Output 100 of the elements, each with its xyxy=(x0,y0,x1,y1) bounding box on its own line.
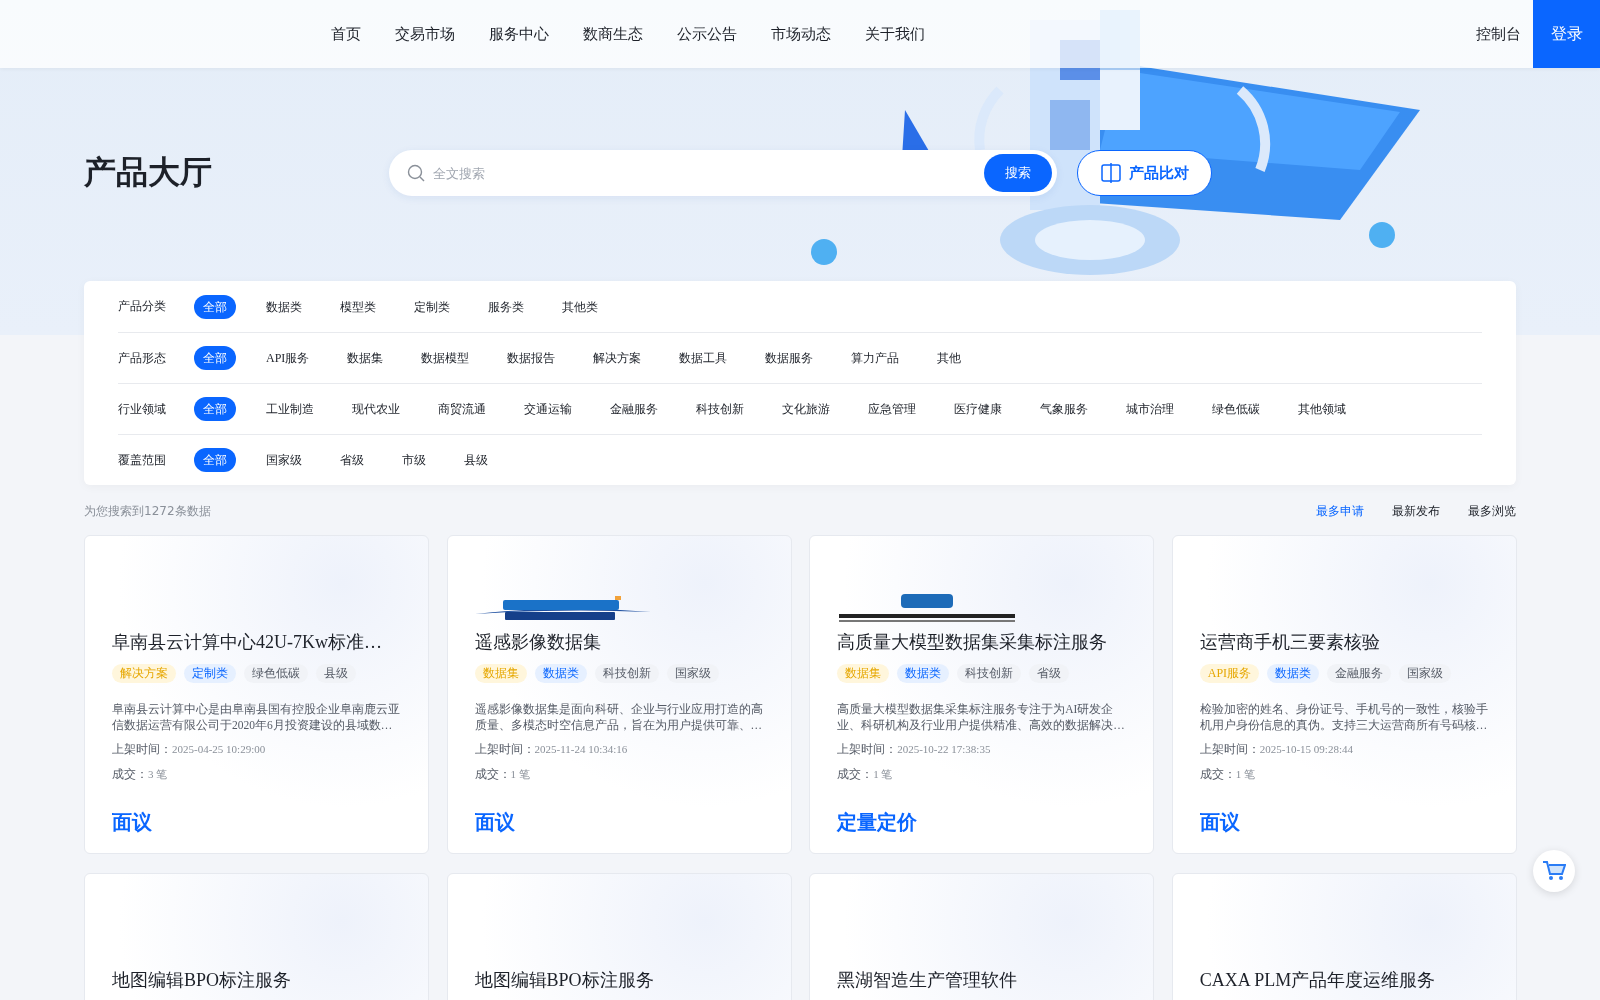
filter-option[interactable]: 算力产品 xyxy=(843,346,908,370)
login-button[interactable]: 登录 xyxy=(1533,0,1600,68)
filter-option[interactable]: 其他 xyxy=(929,346,970,370)
product-title[interactable]: 高质量大模型数据集采集标注服务 xyxy=(837,630,1128,654)
product-tag: 国家级 xyxy=(666,664,719,683)
filter-option[interactable]: 文化旅游 xyxy=(774,397,838,421)
deals-count: 1 笔 xyxy=(510,767,530,782)
filter-option[interactable]: 工业制造 xyxy=(258,397,322,421)
compare-icon xyxy=(1100,163,1121,183)
listed-time: 2025-11-24 10:34:16 xyxy=(534,743,628,755)
product-title[interactable]: CAXA PLM产品年度运维服务 xyxy=(1199,968,1490,992)
product-tag: 数据类 xyxy=(534,664,587,683)
product-description: 遥感影像数据集是面向科研、企业与行业应用打造的高质量、多模态时空信息产品，旨在为用户提供可靠、… xyxy=(474,702,764,733)
filter-option[interactable]: 数据报告 xyxy=(499,346,564,370)
product-title[interactable]: 运营商手机三要素核验 xyxy=(1199,630,1490,654)
deals-count: 3 笔 xyxy=(148,767,168,782)
product-tag: 国家级 xyxy=(1399,664,1452,683)
product-tag: 科技创新 xyxy=(594,664,659,683)
nav-link[interactable]: 服务中心 xyxy=(489,24,549,44)
product-card[interactable]: 阜南县云计算中心42U-7Kw标准… 解决方案 定制类 绿色低碳 县级 阜南县云计算中心是由阜南县国有控股企业阜南鹿云亚信数据运营有限公司于2020年6月投资建设的县域数… 上架时间：2025-04-25 10:29:00 成交：3 笔 面议 xyxy=(84,535,429,854)
product-price: 定量定价 xyxy=(837,809,919,836)
search-button[interactable]: 搜索 xyxy=(984,154,1052,192)
listed-label: 上架时间： xyxy=(474,741,535,758)
product-card[interactable]: 黑湖智造生产管理软件 xyxy=(809,873,1155,1000)
filter-option[interactable]: 其他领域 xyxy=(1290,397,1354,421)
product-card[interactable]: 遥感影像数据集 数据集 数据类 科技创新 国家级 遥感影像数据集是面向科研、企业与行业应用打造的高质量、多模态时空信息产品，旨在为用户提供可靠、… 上架时间：2025-11-24 10:34:16 成交：1 笔 面议 xyxy=(446,535,792,854)
filter-option[interactable]: 解决方案 xyxy=(585,346,650,370)
sort-option[interactable]: 最多申请 xyxy=(1316,502,1364,520)
product-tag: 数据类 xyxy=(897,664,950,683)
listed-label: 上架时间： xyxy=(112,741,172,758)
product-card[interactable]: 运营商手机三要素核验 API服务 数据类 金融服务 国家级 检验加密的姓名、身份证号、手机号的一致性，核验手机用户身份信息的真伪。支持三大运营商所有号码核… 上架时间：2025-10-15 09:28:44 成交：1 笔 面议 xyxy=(1171,535,1517,854)
product-tag: 数据集 xyxy=(474,664,527,683)
filter-option[interactable]: 数据类 xyxy=(258,294,310,319)
sort-option[interactable]: 最多浏览 xyxy=(1468,502,1516,520)
search-field[interactable]: 全文搜索 搜索 xyxy=(389,150,1057,196)
filter-option[interactable]: 省级 xyxy=(332,448,372,472)
filter-option[interactable]: 全部 xyxy=(194,294,236,319)
result-count: 为您搜索到1272条数据 xyxy=(84,502,212,520)
sort-option[interactable]: 最新发布 xyxy=(1392,502,1440,520)
filter-option[interactable]: 全部 xyxy=(194,346,236,370)
filter-option[interactable]: 城市治理 xyxy=(1118,397,1182,421)
compare-button[interactable]: 产品比对 xyxy=(1077,150,1212,196)
nav-link[interactable]: 关于我们 xyxy=(865,24,925,44)
product-card[interactable]: 地图编辑BPO标注服务 xyxy=(84,873,429,1000)
deals-count: 1 笔 xyxy=(1235,767,1256,782)
listed-label: 上架时间： xyxy=(837,741,898,758)
filter-option[interactable]: 商贸流通 xyxy=(430,397,494,421)
filter-option[interactable]: 模型类 xyxy=(332,294,384,319)
filter-option[interactable]: 数据集 xyxy=(339,346,392,370)
filter-option[interactable]: 定制类 xyxy=(406,294,458,319)
product-card[interactable]: CAXA PLM产品年度运维服务 xyxy=(1171,873,1517,1000)
listed-time: 2025-10-15 09:28:44 xyxy=(1259,743,1353,755)
product-description: 检验加密的姓名、身份证号、手机号的一致性，核验手机用户身份信息的真伪。支持三大运营商所有号码核… xyxy=(1199,702,1489,733)
product-tag: 定制类 xyxy=(184,664,236,683)
nav-link[interactable]: 公示公告 xyxy=(677,24,737,44)
deals-label: 成交： xyxy=(837,766,874,783)
filter-option[interactable]: 医疗健康 xyxy=(946,397,1010,421)
product-title[interactable]: 地图编辑BPO标注服务 xyxy=(474,968,765,992)
filter-option[interactable]: 其他类 xyxy=(554,294,606,319)
product-tag: 解决方案 xyxy=(112,664,176,683)
product-tag: 数据类 xyxy=(1267,664,1320,683)
product-tag: 金融服务 xyxy=(1327,664,1392,683)
product-tag: 科技创新 xyxy=(957,664,1022,683)
filter-option[interactable]: 国家级 xyxy=(258,448,310,472)
product-title[interactable]: 遥感影像数据集 xyxy=(474,630,765,654)
product-card[interactable]: 地图编辑BPO标注服务 xyxy=(446,873,792,1000)
filter-option[interactable]: 数据模型 xyxy=(413,346,478,370)
nav-link[interactable]: 首页 xyxy=(331,24,361,44)
deals-label: 成交： xyxy=(1199,766,1236,783)
filter-label: 行业领域 xyxy=(118,400,167,418)
filter-option[interactable]: API服务 xyxy=(258,346,318,370)
product-title[interactable]: 地图编辑BPO标注服务 xyxy=(112,968,402,992)
product-title[interactable]: 阜南县云计算中心42U-7Kw标准… xyxy=(112,630,402,654)
filter-option[interactable]: 应急管理 xyxy=(860,397,924,421)
product-description: 阜南县云计算中心是由阜南县国有控股企业阜南鹿云亚信数据运营有限公司于2020年6月投资建设的县域数… xyxy=(112,702,401,733)
filter-option[interactable]: 交通运输 xyxy=(516,397,580,421)
filter-option[interactable]: 全部 xyxy=(194,448,236,472)
filter-option[interactable]: 县级 xyxy=(456,448,496,472)
filter-option[interactable]: 绿色低碳 xyxy=(1204,397,1268,421)
filter-option[interactable]: 服务类 xyxy=(480,294,532,319)
nav-link[interactable]: 数商生态 xyxy=(583,24,643,44)
filter-option[interactable]: 金融服务 xyxy=(602,397,666,421)
filter-option[interactable]: 数据工具 xyxy=(671,346,736,370)
product-title[interactable]: 黑湖智造生产管理软件 xyxy=(837,968,1128,992)
product-card[interactable]: 高质量大模型数据集采集标注服务 数据集 数据类 科技创新 省级 高质量大模型数据集采集标注服务专注于为AI研发企业、科研机构及行业用户提供精准、高效的数据解决… 上架时间：2025-10-22 17:38:35 成交：1 笔 定量定价 xyxy=(809,535,1155,854)
filter-option[interactable]: 气象服务 xyxy=(1032,397,1096,421)
filter-option[interactable]: 数据服务 xyxy=(757,346,822,370)
nav-link[interactable]: 交易市场 xyxy=(395,24,455,44)
listed-time: 2025-04-25 10:29:00 xyxy=(172,743,266,755)
product-price: 面议 xyxy=(474,809,516,836)
filter-option[interactable]: 现代农业 xyxy=(344,397,408,421)
filter-option[interactable]: 全部 xyxy=(194,397,236,421)
console-link[interactable]: 控制台 xyxy=(1476,24,1521,44)
product-price: 面议 xyxy=(1199,809,1241,836)
filter-option[interactable]: 科技创新 xyxy=(688,397,752,421)
cart-button[interactable] xyxy=(1533,850,1575,892)
filter-option[interactable]: 市级 xyxy=(394,448,434,472)
search-icon xyxy=(407,164,425,182)
deals-label: 成交： xyxy=(112,766,148,783)
nav-link[interactable]: 市场动态 xyxy=(771,24,831,44)
